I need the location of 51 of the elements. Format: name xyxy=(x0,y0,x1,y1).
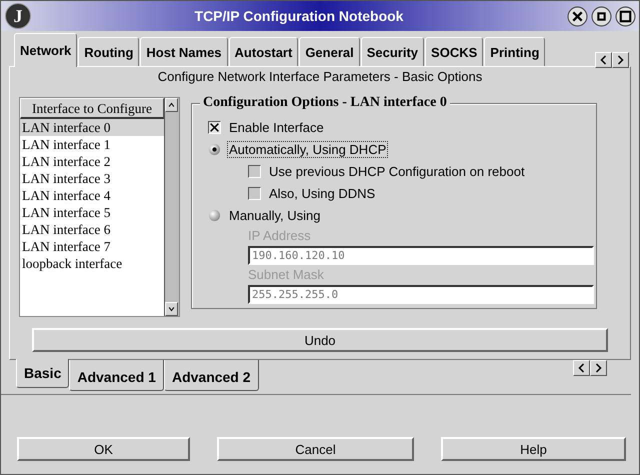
tab[interactable]: Printing xyxy=(484,37,546,66)
checkbox-label[interactable]: Use previous DHCP Configuration on reboot xyxy=(267,162,527,180)
radio-button[interactable] xyxy=(208,142,221,156)
tab[interactable]: Advanced 1 xyxy=(69,360,164,391)
list-item[interactable]: LAN interface 4 xyxy=(20,187,164,204)
list-item[interactable]: LAN interface 7 xyxy=(20,238,164,255)
scroll-down-icon[interactable] xyxy=(165,302,178,316)
radio-label[interactable]: Manually, Using xyxy=(227,206,323,224)
tab[interactable]: Basic xyxy=(16,359,70,388)
scroll-right-icon[interactable] xyxy=(590,360,607,376)
group-title: Configuration Options - LAN interface 0 xyxy=(200,95,450,111)
page-heading: Configure Network Interface Parameters - Basic Options xyxy=(156,68,484,86)
dialog-button[interactable]: Help xyxy=(441,437,626,461)
scroll-up-icon[interactable] xyxy=(165,98,178,112)
radio-button[interactable] xyxy=(208,208,221,222)
scrollbar[interactable] xyxy=(164,98,179,316)
tab[interactable]: Network xyxy=(14,33,78,67)
scroll-left-icon[interactable] xyxy=(595,52,612,68)
list-item[interactable]: loopback interface xyxy=(20,255,164,272)
dialog-button[interactable]: Cancel xyxy=(217,437,414,461)
checkbox[interactable] xyxy=(208,120,221,134)
dialog-button[interactable]: OK xyxy=(17,437,190,461)
list-item[interactable]: LAN interface 0 xyxy=(20,119,164,136)
list-item[interactable]: LAN interface 2 xyxy=(20,153,164,170)
tab[interactable]: Autostart xyxy=(228,37,298,66)
list-item[interactable]: LAN interface 3 xyxy=(20,170,164,187)
tab[interactable]: Advanced 2 xyxy=(164,360,259,391)
field-label: Subnet Mask xyxy=(248,266,325,284)
close-icon[interactable] xyxy=(567,6,588,26)
tab[interactable]: Host Names xyxy=(140,37,228,66)
list-item[interactable]: LAN interface 1 xyxy=(20,136,164,153)
tab[interactable]: Routing xyxy=(78,37,140,66)
checkbox-label[interactable]: Also, Using DDNS xyxy=(267,184,378,202)
field-label: IP Address xyxy=(248,227,312,245)
maximize-icon[interactable] xyxy=(615,6,636,26)
list-item[interactable]: LAN interface 6 xyxy=(20,221,164,238)
app-icon[interactable]: J xyxy=(5,3,31,29)
checkbox-label[interactable]: Enable Interface xyxy=(227,118,326,136)
tab[interactable]: SOCKS xyxy=(425,37,484,66)
list-item[interactable]: LAN interface 5 xyxy=(20,204,164,221)
undo-button[interactable]: Undo xyxy=(32,328,608,352)
checkbox[interactable] xyxy=(248,186,261,200)
checkbox[interactable] xyxy=(248,164,261,178)
scroll-right-icon[interactable] xyxy=(612,52,629,68)
tab[interactable]: General xyxy=(299,37,360,66)
window-title: TCP/IP Configuration Notebook xyxy=(194,8,404,24)
minimize-icon[interactable] xyxy=(591,6,612,26)
scroll-left-icon[interactable] xyxy=(573,360,590,376)
tab[interactable]: Security xyxy=(360,37,424,66)
radio-label[interactable]: Automatically, Using DHCP xyxy=(227,140,388,158)
column-header[interactable]: Interface to Configure xyxy=(20,98,164,119)
